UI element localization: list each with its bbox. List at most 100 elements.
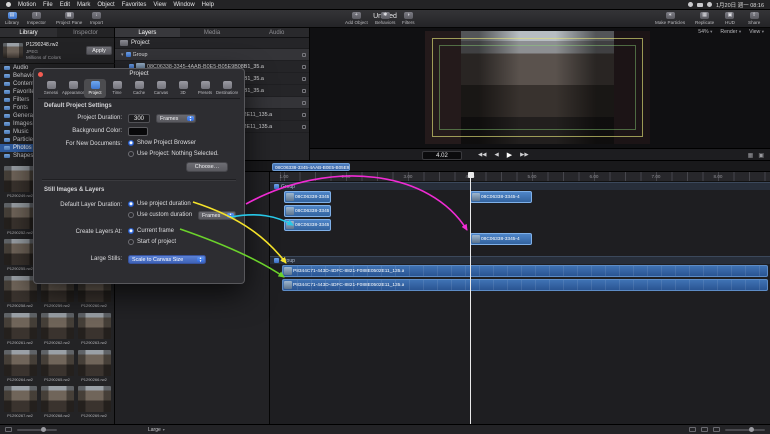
layers-row[interactable]: ▾ Group [115,49,309,61]
prefs-tab[interactable]: Time [106,79,128,98]
timeline-clip[interactable]: 08C06338-3345-4 [284,219,331,231]
slider-knob[interactable] [41,427,46,432]
menu-item[interactable]: Favorites [122,2,147,8]
group-checkbox[interactable] [274,184,279,189]
icon-size-popup[interactable]: Large ▾ [148,427,165,433]
battery-icon[interactable] [697,2,703,7]
layer-lock-icon[interactable] [302,76,306,81]
view-popup[interactable]: View ▾ [749,29,764,35]
grid-icon[interactable]: ▦ [748,152,754,159]
control-center-icon[interactable] [688,2,693,7]
radio-on-icon[interactable] [128,140,134,146]
library-thumbnail[interactable]: P1290266.rw2 [76,349,112,386]
radio-start-of-project[interactable]: Start of project [128,239,176,245]
group-lane[interactable]: Group [270,256,770,264]
radio-on-icon[interactable] [128,201,134,207]
timeline-ruler[interactable]: 1.002.003.004.005.006.007.008.00 [270,172,770,182]
library-thumbnail[interactable]: P1290267.rw2 [2,386,38,422]
layer-lock-icon[interactable] [302,52,306,57]
filters-button[interactable]: ◑ Filters [402,12,415,25]
prefs-tab[interactable]: Canvas [150,79,172,98]
go-to-start-button[interactable]: ◀◀ [478,152,486,158]
apple-menu-icon[interactable] [6,2,11,7]
library-thumbnail[interactable]: P1290261.rw2 [2,312,38,349]
mini-timeline-clip[interactable]: 08C06338-3345-4AAB-B0E5-B05E9B08B1_35.a [272,163,350,171]
tab-inspector[interactable]: Inspector [57,28,114,37]
timeline-clip[interactable]: 08C06338-3345-4 [284,191,331,203]
share-button[interactable]: ⇧ Share [748,12,760,25]
timeline-clip[interactable]: 08C06338-3345-4 [284,205,331,217]
radio-show-project-browser[interactable]: Show Project Browser [128,140,196,146]
prefs-tab[interactable]: 3D [172,79,194,98]
background-color-well[interactable] [128,127,148,136]
slider-knob[interactable] [749,427,754,432]
disclosure-icon[interactable]: ▾ [121,52,124,58]
playhead[interactable] [470,172,471,424]
canvas-video-preview[interactable] [425,31,650,144]
timeline-clip[interactable]: P8344C71-443D-4DFC-8821-F088E0502E11_135… [282,279,768,291]
layer-checkbox[interactable] [125,52,131,57]
layer-lock-icon[interactable] [302,112,306,117]
previous-frame-button[interactable]: ◀ [494,152,498,158]
timeline-view-icon[interactable] [689,427,696,432]
hud-button[interactable]: ▣ HUD [725,12,735,25]
library-thumbnail[interactable]: P1290265.rw2 [39,349,75,386]
layer-lock-icon[interactable] [302,88,306,93]
radio-use-project-duration[interactable]: Use project duration [128,201,191,207]
project-duration-unit-popup[interactable]: Frames ▴ ▾ [156,114,196,123]
radio-off-icon[interactable] [128,151,134,157]
project-duration-field[interactable]: 300 [128,114,150,123]
siri-icon[interactable] [707,2,712,7]
prefs-tab[interactable]: Cache [128,79,150,98]
apply-button[interactable]: Apply [86,46,112,55]
snapshot-icon[interactable]: ▣ [758,152,764,159]
prefs-tab[interactable]: Presets [194,79,216,98]
menu-item[interactable]: File [43,2,53,8]
timeline-clip[interactable]: 08C06338-3345-4 [470,233,532,245]
group-lane[interactable]: Group [270,182,770,190]
menubar-clock[interactable]: 1月20日 週一 08:16 [716,1,764,9]
keyframe-view-icon[interactable] [701,427,708,432]
choose-button[interactable]: Choose… [186,162,228,172]
menu-item[interactable]: Object [97,2,114,8]
small-icons-toggle[interactable] [5,427,12,432]
library-thumbnail[interactable]: P1290263.rw2 [76,312,112,349]
play-button[interactable]: ▶ [507,151,512,159]
next-frame-button[interactable]: ▶▶ [520,152,528,158]
custom-duration-unit-popup[interactable]: Frames ▴ ▾ [198,211,236,220]
menu-item[interactable]: View [153,2,166,8]
menu-item[interactable]: Edit [60,2,70,8]
thumbnail-size-slider[interactable] [17,427,57,432]
layer-lock-icon[interactable] [302,100,306,105]
library-thumbnail[interactable]: P1290268.rw2 [39,386,75,422]
tab-audio[interactable]: Audio [244,28,309,37]
group-checkbox[interactable] [274,258,279,263]
behaviors-button[interactable]: ✱ Behaviors [375,12,395,25]
radio-on-icon[interactable] [128,228,134,234]
large-stills-popup[interactable]: Scale to Canvas Size ▴ ▾ [128,255,206,264]
project-row[interactable]: Project [115,38,309,49]
radio-off-icon[interactable] [128,212,134,218]
prefs-tab[interactable]: Project [84,79,106,98]
timecode-display[interactable]: 4.02 [422,150,462,160]
zoom-popup[interactable]: 54% ▾ [698,29,712,35]
radio-off-icon[interactable] [128,239,134,245]
menu-item[interactable]: Motion [18,2,36,8]
prefs-tab[interactable]: General [40,79,62,98]
menu-item[interactable]: Mark [77,2,90,8]
tab-library[interactable]: Library [0,28,57,37]
prefs-tab[interactable]: Destinations [216,79,238,98]
render-popup[interactable]: Render ▾ [720,29,741,35]
layer-lock-icon[interactable] [302,64,306,69]
audio-view-icon[interactable] [713,427,720,432]
library-thumbnail[interactable]: P1290264.rw2 [2,349,38,386]
add-object-button[interactable]: + Add Object [345,12,368,25]
menu-item[interactable]: Help [202,2,214,8]
radio-use-project[interactable]: Use Project: Nothing Selected. [128,151,219,157]
tab-layers[interactable]: Layers [115,28,180,37]
library-thumbnail[interactable]: P1290269.rw2 [76,386,112,422]
replicate-button[interactable]: ▦ Replicate [695,12,714,25]
radio-current-frame[interactable]: Current frame [128,228,174,234]
library-thumbnail[interactable]: P1290262.rw2 [39,312,75,349]
timeline-clip[interactable]: P8344C71-443D-4DFC-8821-F088E0502E11_135… [282,265,768,277]
